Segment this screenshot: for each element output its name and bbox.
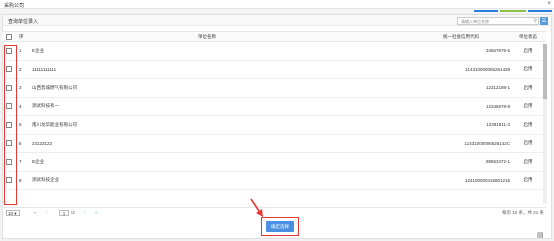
confirm-select-button[interactable]: 确定选择: [266, 221, 294, 232]
row-status: 启用: [523, 66, 533, 72]
window-title: 采购公司: [4, 3, 25, 9]
page-size-select[interactable]: 10 ▾: [6, 210, 20, 216]
table-row[interactable]: 4 测试科技有一 12345678-9 启用: [2, 98, 546, 116]
row-index: 6: [19, 140, 22, 146]
row-status: 启用: [523, 121, 533, 127]
row-credit-code: 114310000065261428: [465, 66, 510, 72]
strip-bar-green: [500, 10, 526, 12]
prev-page-button[interactable]: ‹: [46, 210, 48, 215]
row-unit-name: 山西晋城燃气有限公司: [32, 84, 77, 90]
row-status: 启用: [523, 140, 533, 146]
header-code: 统一社会信用代码: [443, 33, 479, 39]
strip-bar-blue-2: [528, 10, 552, 12]
page-number-input[interactable]: 1: [59, 210, 69, 216]
row-unit-name: 测试科技有一: [32, 103, 59, 109]
row-credit-code: 12345678-9: [485, 103, 510, 109]
header-status: 单位状态: [519, 33, 537, 39]
row-index: 4: [19, 103, 22, 109]
search-icon[interactable]: ⚲: [533, 18, 537, 24]
row-unit-name: 南川龙华能业有限公司: [32, 121, 77, 127]
header-name: 单位名称: [198, 33, 216, 39]
table-row[interactable]: 6 23123123 11431000006526142C 启用: [2, 135, 546, 153]
next-page-button[interactable]: ›: [84, 210, 86, 215]
last-page-button[interactable]: »: [95, 210, 98, 215]
row-status: 启用: [523, 47, 533, 53]
row-credit-code: 98653472-1: [485, 159, 510, 165]
dialog-title: 查询单位录入: [8, 19, 39, 25]
first-page-button[interactable]: «: [34, 210, 37, 215]
export-icon[interactable]: ▤: [537, 231, 544, 239]
table-header: 序 单位名称 统一社会信用代码 单位状态: [2, 31, 546, 42]
row-credit-code: 34567675-5: [485, 48, 510, 54]
row-credit-code: 12312198-1: [485, 85, 510, 91]
table-body: 1 E企业 34567675-5 启用 2 11111111111 114310000065…: [2, 42, 546, 190]
table-row[interactable]: 2 11111111111 114310000065261428 启用: [2, 61, 546, 79]
pagination: 10 ▾ « ‹ 1 /2 › » 每页 10 条，共 21 条: [2, 207, 546, 217]
tab-strip: [0, 9, 554, 13]
search-button[interactable]: ☰: [540, 17, 548, 25]
row-index: 3: [19, 85, 22, 91]
window-close-icon[interactable]: ×: [547, 1, 551, 7]
table-row[interactable]: 1 E企业 34567675-5 启用: [2, 42, 546, 61]
table-row[interactable]: 3 山西晋城燃气有限公司 12312198-1 启用: [2, 79, 546, 98]
row-unit-name: 23123123: [32, 140, 53, 146]
checkbox-highlight-box: [4, 45, 17, 205]
row-unit-name: 11111111111: [32, 66, 57, 72]
window-topbar: 采购公司 ×: [0, 0, 554, 9]
total-pages: /2: [71, 210, 75, 215]
row-index: 5: [19, 122, 22, 128]
row-unit-name: 测试科技企业: [32, 177, 59, 183]
select-all-cell[interactable]: [6, 32, 16, 41]
search-placeholder: 请输入单位名称: [461, 19, 489, 24]
row-unit-name: E企业: [32, 47, 45, 53]
select-all-checkbox[interactable]: [6, 33, 12, 40]
row-index: 7: [19, 159, 22, 165]
table-row[interactable]: 5 南川龙华能业有限公司 12391911-2 启用: [2, 116, 546, 135]
row-index: 2: [19, 66, 22, 72]
row-status: 启用: [523, 84, 533, 90]
table-row[interactable]: 8 测试科技企业 124100000415801215 启用: [2, 172, 546, 190]
row-credit-code: 124100000415801215: [464, 177, 510, 183]
row-status: 启用: [523, 103, 533, 109]
row-index: 8: [19, 177, 22, 183]
row-index: 1: [19, 48, 22, 54]
row-status: 启用: [523, 158, 533, 164]
row-credit-code: 12391911-2: [486, 122, 510, 128]
scrollbar-thumb[interactable]: [543, 44, 547, 99]
row-credit-code: 11431000006526142C: [464, 140, 510, 146]
header-index: 序: [19, 33, 24, 39]
red-arrow-icon: [250, 198, 263, 217]
strip-bar-blue: [474, 10, 498, 12]
row-status: 启用: [523, 177, 533, 183]
search-input[interactable]: 请输入单位名称 ⚲: [457, 17, 539, 25]
row-unit-name: B企业: [32, 158, 45, 164]
table-row[interactable]: 7 B企业 98653472-1 启用: [2, 153, 546, 172]
page-info: 每页 10 条，共 21 条: [501, 210, 544, 215]
unit-table: 序 单位名称 统一社会信用代码 单位状态 1 E企业 34567675-5 启用 2 11…: [2, 31, 546, 190]
table-scrollbar[interactable]: [543, 44, 547, 204]
